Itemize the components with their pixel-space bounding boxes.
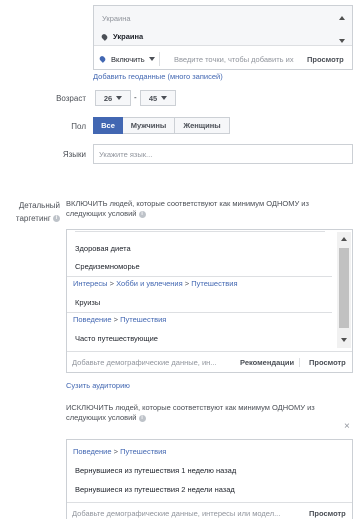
location-input[interactable]: Введите точки, чтобы добавить их xyxy=(174,55,294,64)
include-scrollbar[interactable] xyxy=(337,232,351,348)
include-text-line2: следующих условий xyxy=(66,209,137,218)
chevron-down-icon xyxy=(148,57,155,61)
gender-segmented-control: Все Мужчины Женщины xyxy=(93,117,230,134)
narrow-audience-link[interactable]: Сузить аудиторию xyxy=(66,381,130,390)
gender-men-label: Мужчины xyxy=(130,121,167,130)
location-browse-button[interactable]: Просмотр xyxy=(307,55,344,64)
list-item: Вернувшиеся из путешествия 1 неделю наза… xyxy=(75,466,237,475)
location-include-dropdown[interactable]: Включить xyxy=(98,52,160,66)
age-min-value: 26 xyxy=(103,93,113,103)
chevron-down-icon xyxy=(161,96,168,100)
location-list: Украина Украина xyxy=(94,6,352,46)
location-box: Украина Украина Включить Введите точки, … xyxy=(93,5,353,70)
include-pin-icon xyxy=(98,55,107,63)
divider xyxy=(67,312,332,313)
divider xyxy=(67,351,352,352)
category-path: Поведение > Путешествия xyxy=(73,447,167,456)
location-scroll-up-icon[interactable] xyxy=(339,16,345,20)
path-segment[interactable]: Поведение xyxy=(73,447,112,456)
exclude-instructions: ИСКЛЮЧИТЬ людей, которые соответствуют к… xyxy=(66,403,351,423)
list-item: Средиземноморье xyxy=(75,262,140,271)
include-search-input[interactable]: Добавьте демографические данные, ин... xyxy=(72,358,217,367)
location-selected-row[interactable]: Украина xyxy=(100,32,144,41)
gender-men-button[interactable]: Мужчины xyxy=(123,117,175,134)
list-item: Здоровая диета xyxy=(75,244,131,253)
age-label: Возраст xyxy=(56,94,86,103)
exclude-browse-button[interactable]: Просмотр xyxy=(309,509,346,518)
info-icon[interactable]: i xyxy=(53,215,60,223)
recommendations-button[interactable]: Рекомендации xyxy=(240,358,301,367)
scroll-down-icon[interactable] xyxy=(341,338,347,342)
list-item: Вернувшиеся из путешествия 2 недели наза… xyxy=(75,485,235,494)
include-text-line1: ВКЛЮЧИТЬ людей, которые соответствуют ка… xyxy=(66,199,309,208)
detailed-label-line1: Детальный xyxy=(18,201,60,210)
age-min-select[interactable]: 26 xyxy=(95,90,131,106)
detailed-label-line2: таргетинг xyxy=(15,214,51,223)
gender-women-button[interactable]: Женщины xyxy=(175,117,230,134)
exclude-search-input[interactable]: Добавьте демографические данные, интерес… xyxy=(72,509,280,518)
path-segment[interactable]: Интересы xyxy=(73,279,108,288)
chevron-down-icon xyxy=(116,96,123,100)
languages-label: Языки xyxy=(62,150,86,159)
category-path: Поведение > Путешествия xyxy=(73,315,167,324)
location-group-label: Украина xyxy=(102,14,131,23)
list-item: Круизы xyxy=(75,298,101,307)
divider xyxy=(67,276,332,277)
scroll-up-icon[interactable] xyxy=(341,237,347,241)
location-scroll-down-icon[interactable] xyxy=(339,39,345,43)
age-max-value: 45 xyxy=(148,93,158,103)
languages-placeholder: Укажите язык... xyxy=(99,150,153,159)
exclude-text-line1: ИСКЛЮЧИТЬ людей, которые соответствуют к… xyxy=(66,403,315,412)
include-targeting-box: Здоровая диета Средиземноморье Интересы … xyxy=(66,229,353,373)
close-icon[interactable]: × xyxy=(344,421,350,432)
include-browse-button[interactable]: Просмотр xyxy=(309,358,346,367)
location-pin-icon xyxy=(100,32,109,41)
gender-women-label: Женщины xyxy=(183,121,221,130)
exclude-targeting-box: Поведение > Путешествия Вернувшиеся из п… xyxy=(66,439,353,519)
list-clipped-row xyxy=(75,230,325,232)
include-instructions: ВКЛЮЧИТЬ людей, которые соответствуют ка… xyxy=(66,199,351,219)
info-icon[interactable]: i xyxy=(138,414,146,422)
gender-all-button[interactable]: Все xyxy=(93,117,123,134)
detailed-targeting-label: Детальный таргетинг i xyxy=(4,199,60,225)
gender-all-label: Все xyxy=(101,121,115,130)
include-label: Включить xyxy=(111,54,145,64)
path-segment[interactable]: Путешествия xyxy=(191,279,237,288)
exclude-text-line2: следующих условий xyxy=(66,413,137,422)
path-segment[interactable]: Хобби и увлечения xyxy=(116,279,183,288)
include-list: Здоровая диета Средиземноморье Интересы … xyxy=(67,230,336,350)
divider xyxy=(67,502,352,503)
path-segment[interactable]: Поведение xyxy=(73,315,112,324)
list-item: Часто путешествующие xyxy=(75,334,158,343)
languages-input[interactable]: Укажите язык... xyxy=(93,144,353,164)
path-segment[interactable]: Путешествия xyxy=(120,447,166,456)
bulk-locations-link[interactable]: Добавить геоданные (много записей) xyxy=(93,72,223,81)
location-selected: Украина xyxy=(113,32,144,41)
path-segment[interactable]: Путешествия xyxy=(120,315,166,324)
category-path: Интересы > Хобби и увлечения > Путешеств… xyxy=(73,279,238,288)
scroll-thumb[interactable] xyxy=(339,248,349,328)
info-icon[interactable]: i xyxy=(138,210,146,218)
age-max-select[interactable]: 45 xyxy=(140,90,176,106)
age-separator: - xyxy=(134,93,137,102)
gender-label: Пол xyxy=(71,122,86,131)
